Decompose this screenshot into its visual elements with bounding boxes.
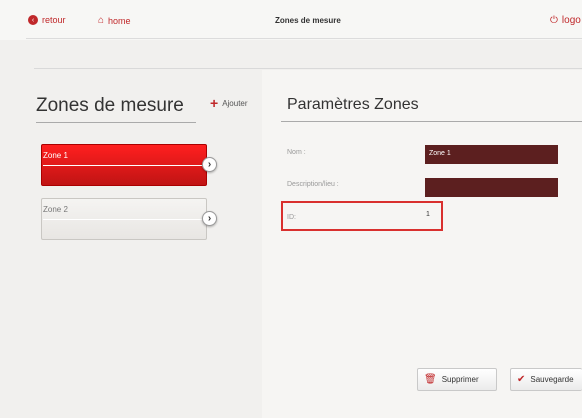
power-icon: ⏻ — [550, 15, 558, 26]
page-title: Zones de mesure — [275, 16, 341, 25]
description-label: Description/lieu : — [287, 181, 339, 188]
name-field[interactable]: Zone 1 — [425, 145, 558, 164]
home-label: home — [108, 15, 131, 26]
save-label: Sauvegarde — [530, 375, 574, 384]
home-icon: ⌂ — [98, 15, 105, 26]
chevron-right-icon[interactable]: › — [202, 211, 217, 226]
zones-title: Zones de mesure — [36, 95, 184, 116]
id-field-highlight: ID: 1 — [281, 201, 443, 231]
chevron-right-icon[interactable]: › — [202, 157, 217, 172]
settings-title: Paramètres Zones — [287, 96, 419, 113]
zone-item-divider — [43, 219, 205, 220]
delete-button[interactable]: 🗑 Supprimer — [417, 368, 497, 391]
back-link[interactable]: ‹ retour — [28, 15, 66, 25]
id-value: 1 — [426, 211, 430, 218]
zones-title-underline — [36, 122, 196, 123]
top-bar-divider — [26, 38, 582, 39]
plus-icon: + — [210, 95, 219, 111]
name-label: Nom : — [287, 149, 306, 156]
section-divider — [34, 68, 582, 69]
description-field[interactable] — [425, 178, 558, 197]
logout-link[interactable]: ⏻ logo — [550, 15, 581, 26]
zone-item-label: Zone 1 — [43, 151, 68, 160]
zone-item-2[interactable]: Zone 2 › — [41, 198, 217, 240]
zone-item-1[interactable]: Zone 1 › — [41, 144, 217, 186]
back-label: retour — [42, 15, 66, 25]
add-label: Ajouter — [222, 98, 248, 108]
home-link[interactable]: ⌂ home — [98, 15, 131, 26]
add-zone-button[interactable]: + Ajouter — [210, 95, 248, 111]
back-circle-icon: ‹ — [28, 15, 38, 25]
logout-label: logo — [561, 15, 581, 26]
save-button[interactable]: ✔ Sauvegarde — [510, 368, 582, 391]
id-label: ID: — [287, 214, 296, 221]
zone-item-label: Zone 2 — [43, 205, 68, 214]
check-icon: ✔ — [517, 374, 526, 385]
zone-item-divider — [43, 165, 205, 166]
settings-title-underline — [281, 121, 582, 122]
zone-settings-panel — [262, 70, 582, 418]
trash-icon: 🗑 — [424, 374, 437, 385]
delete-label: Supprimer — [441, 375, 479, 384]
